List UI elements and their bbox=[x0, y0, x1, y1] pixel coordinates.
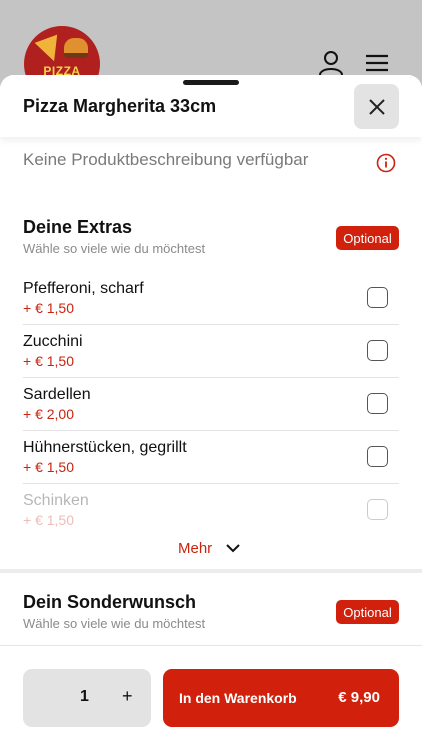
extra-item[interactable]: Pfefferoni, scharf + € 1,50 bbox=[23, 272, 399, 325]
extras-title: Deine Extras bbox=[23, 217, 133, 237]
section-divider bbox=[0, 569, 422, 573]
extra-checkbox[interactable] bbox=[367, 340, 388, 361]
extra-checkbox[interactable] bbox=[367, 287, 388, 308]
extra-name: Pfefferoni, scharf bbox=[23, 280, 144, 297]
product-sheet: Pizza Margherita 33cm Keine Produktbesch… bbox=[0, 75, 422, 750]
order-footer: 1 + In den Warenkorb € 9,90 bbox=[0, 645, 422, 750]
extra-item[interactable]: Hühnerstücken, gegrillt + € 1,50 bbox=[23, 431, 399, 484]
extra-checkbox[interactable] bbox=[367, 446, 388, 467]
show-more-button[interactable]: Mehr bbox=[178, 540, 240, 557]
extra-name: Zucchini bbox=[23, 333, 83, 350]
sheet-drag-handle[interactable] bbox=[183, 80, 239, 85]
user-icon[interactable] bbox=[318, 50, 344, 76]
add-to-cart-label: In den Warenkorb bbox=[179, 690, 297, 706]
close-button[interactable] bbox=[354, 84, 399, 129]
extra-name: Schinken bbox=[23, 492, 89, 509]
cart-total-price: € 9,90 bbox=[338, 689, 380, 706]
extra-item[interactable]: Schinken + € 1,50 bbox=[23, 484, 399, 537]
extra-name: Sardellen bbox=[23, 386, 91, 403]
extra-item[interactable]: Sardellen + € 2,00 bbox=[23, 378, 399, 431]
pizza-slice-icon bbox=[34, 34, 66, 66]
close-icon bbox=[368, 98, 385, 115]
add-to-cart-button[interactable]: In den Warenkorb € 9,90 bbox=[163, 669, 399, 727]
extra-price: + € 2,00 bbox=[23, 406, 74, 422]
sheet-header: Pizza Margherita 33cm bbox=[0, 75, 422, 137]
extra-price: + € 1,50 bbox=[23, 459, 74, 475]
special-request-title: Dein Sonderwunsch bbox=[23, 592, 197, 612]
quantity-increase-button[interactable]: + bbox=[122, 686, 133, 707]
hamburger-menu-icon[interactable] bbox=[364, 50, 390, 76]
quantity-stepper[interactable]: 1 + bbox=[23, 669, 151, 727]
chevron-down-icon bbox=[226, 544, 240, 553]
extra-price: + € 1,50 bbox=[23, 512, 74, 528]
show-more-label: Mehr bbox=[178, 540, 213, 557]
extra-name: Hühnerstücken, gegrillt bbox=[23, 439, 187, 456]
special-request-optional-badge: Optional bbox=[336, 600, 399, 624]
burger-icon bbox=[64, 38, 88, 58]
extra-checkbox[interactable] bbox=[367, 393, 388, 414]
extra-checkbox[interactable] bbox=[367, 499, 388, 520]
quantity-value: 1 bbox=[80, 688, 89, 705]
extra-item[interactable]: Zucchini + € 1,50 bbox=[23, 325, 399, 378]
product-description: Keine Produktbeschreibung verfügbar bbox=[23, 150, 309, 169]
info-icon[interactable] bbox=[376, 153, 396, 173]
extra-price: + € 1,50 bbox=[23, 353, 74, 369]
special-request-subtitle: Wähle so viele wie du möchtest bbox=[23, 616, 206, 631]
extras-subtitle: Wähle so viele wie du möchtest bbox=[23, 241, 206, 256]
extras-optional-badge: Optional bbox=[336, 226, 399, 250]
extra-price: + € 1,50 bbox=[23, 300, 74, 316]
product-title: Pizza Margherita 33cm bbox=[23, 96, 217, 116]
